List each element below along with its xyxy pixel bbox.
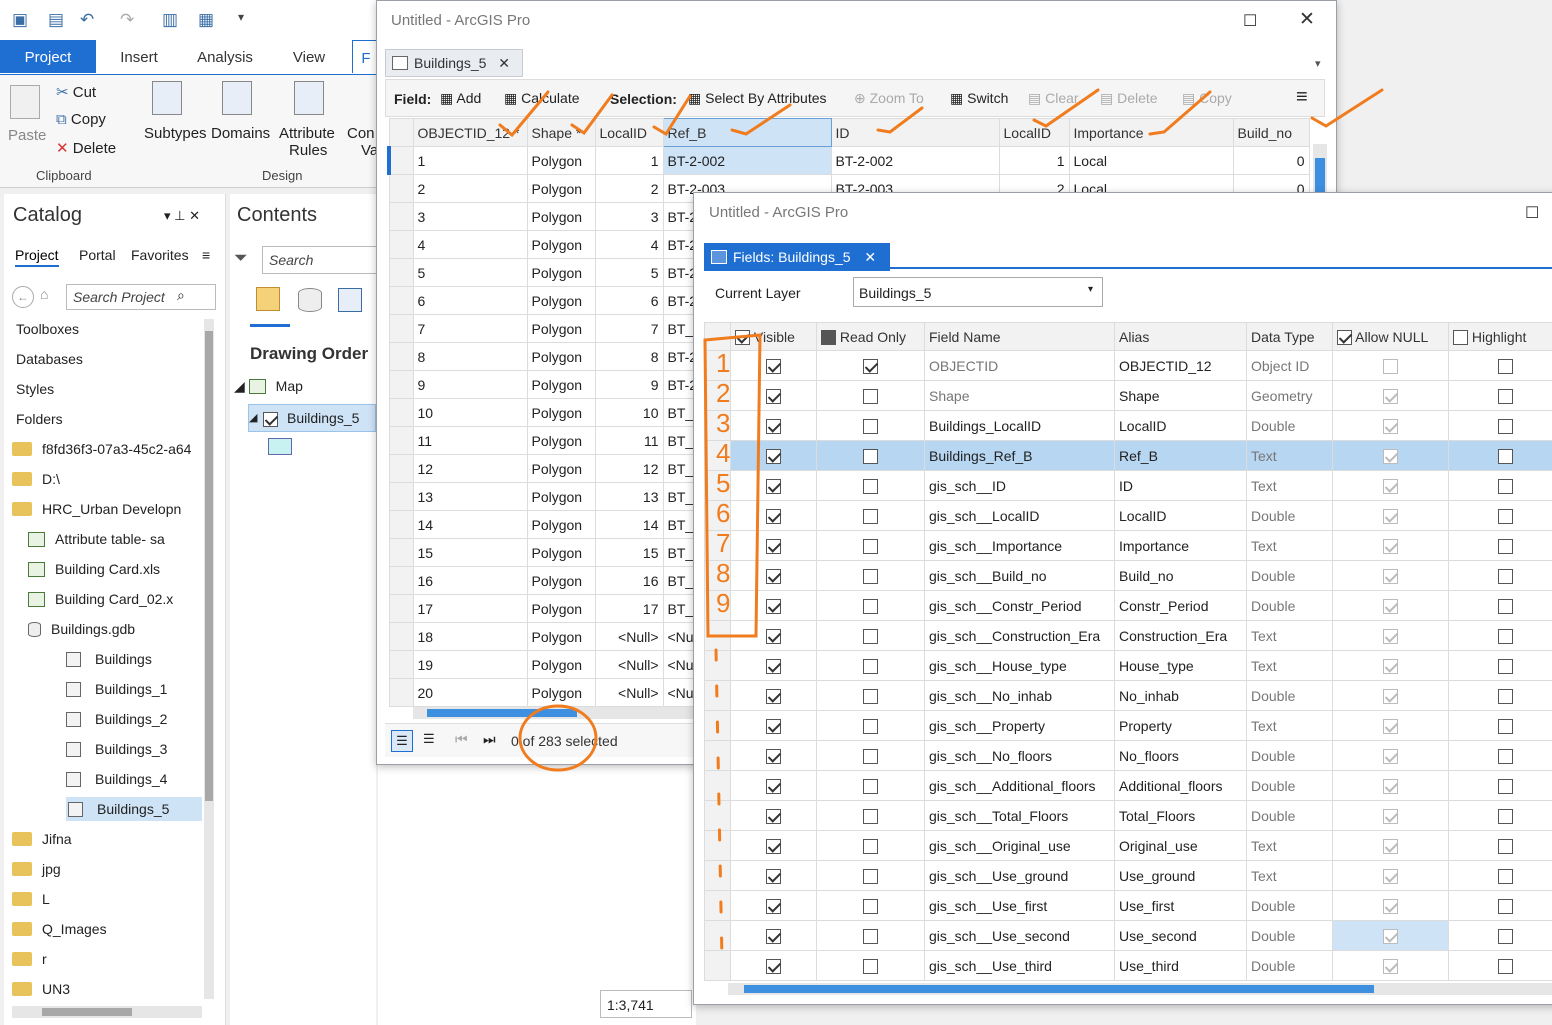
check-mark-annotation (730, 103, 792, 136)
check-mark-annotation (652, 94, 692, 137)
check-mark-annotation (876, 106, 924, 134)
check-mark-annotation (1148, 90, 1212, 136)
annotation-number: 7 (716, 528, 730, 558)
annotation-number: 4 (716, 438, 730, 468)
annotation-number: 6 (716, 498, 730, 528)
check-mark-annotation (570, 93, 614, 136)
annotation-number: 1 (716, 348, 730, 378)
annotation-number: 2 (716, 378, 730, 408)
dashed-line-annotation (714, 648, 724, 962)
circle-annotation (518, 704, 598, 772)
check-mark-annotation (498, 90, 550, 138)
annotation-number: 5 (716, 468, 730, 498)
annotation-number: 3 (716, 408, 730, 438)
check-mark-annotation (1310, 88, 1384, 128)
bracket-annotation (703, 333, 762, 638)
annotation-overlay: 123456789 (498, 88, 1384, 962)
annotation-number: 9 (716, 588, 730, 618)
annotation-number: 8 (716, 558, 730, 588)
check-mark-annotation (1032, 88, 1100, 128)
